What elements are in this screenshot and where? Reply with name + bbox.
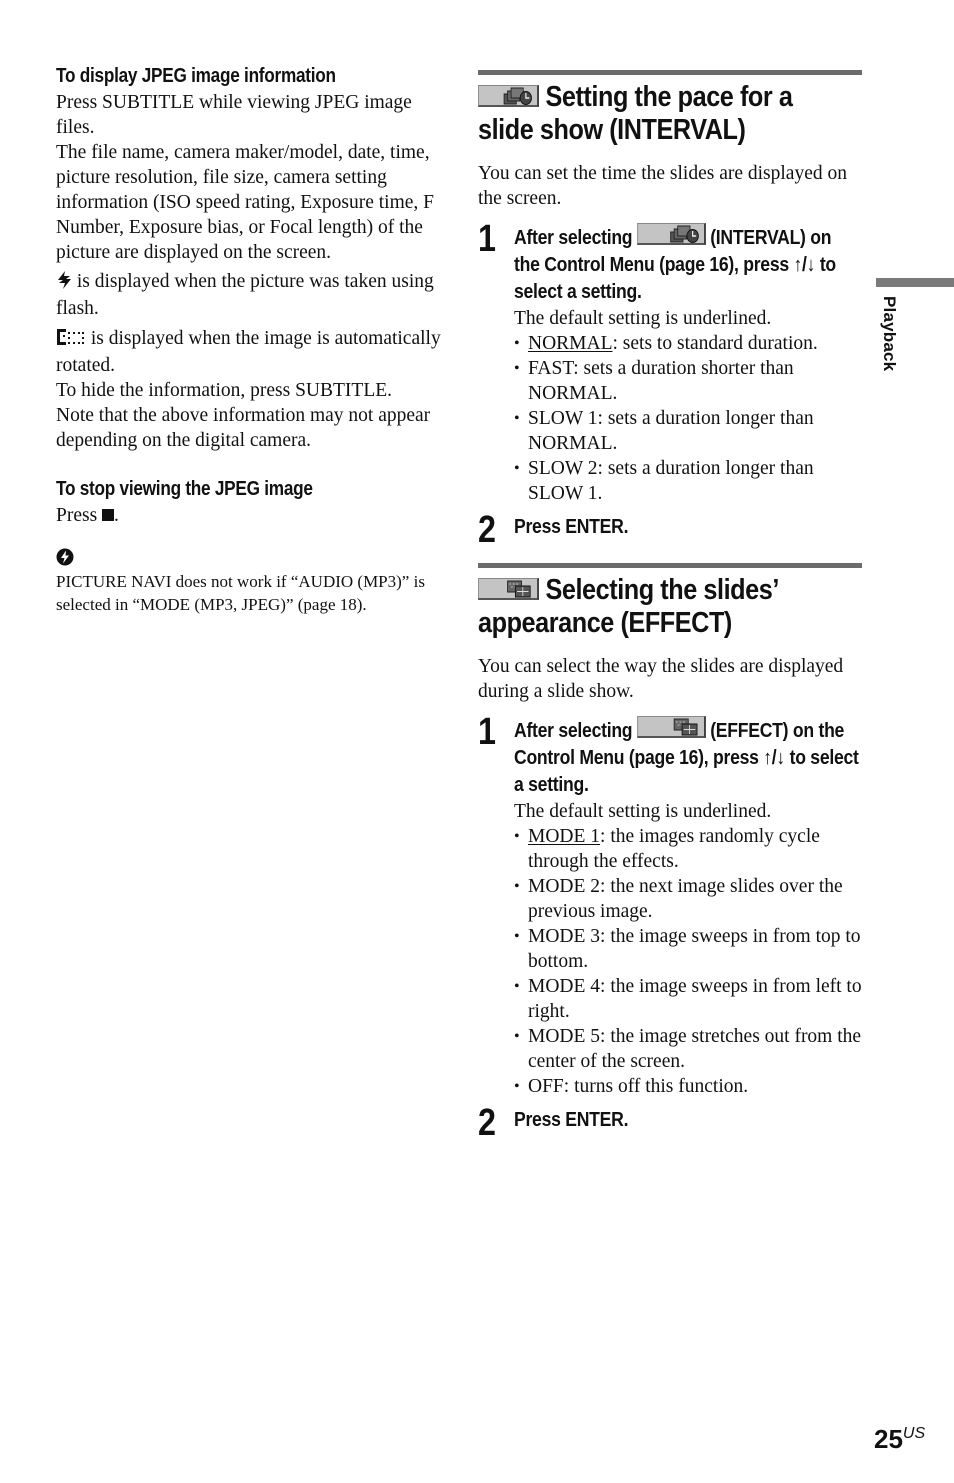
- right-column: Setting the pace for a slide show (INTER…: [478, 70, 862, 1143]
- left-column: To display JPEG image information Press …: [56, 62, 441, 616]
- tip-icon: [56, 548, 441, 570]
- jpeg-info-heading: To display JPEG image information: [56, 65, 336, 87]
- stop-button-icon: [102, 509, 115, 521]
- flash-icon: [56, 271, 72, 296]
- flash-note: is displayed when the picture was taken …: [56, 269, 441, 321]
- option-mode-4: MODE 4: the image sweeps in from left to…: [514, 974, 862, 1024]
- jpeg-info-paragraph-1: Press SUBTITLE while viewing JPEG image …: [56, 92, 412, 138]
- option-mode-3: MODE 3: the image sweeps in from top to …: [514, 924, 862, 974]
- effect-title-line2: appearance (EFFECT): [478, 607, 732, 639]
- instruction-before: After selecting: [514, 227, 637, 249]
- flash-note-text: is displayed when the picture was taken …: [56, 271, 434, 319]
- option-fast: FAST: sets a duration shorter than NORMA…: [514, 356, 862, 406]
- option-desc: : turns off this function.: [563, 1076, 749, 1097]
- auto-rotate-icon: [56, 328, 86, 353]
- option-name: SLOW 2: [528, 458, 598, 479]
- tip-text: PICTURE NAVI does not work if “AUDIO (MP…: [56, 572, 425, 614]
- page-number: 25US: [874, 1424, 925, 1455]
- option-mode-1: MODE 1: the images randomly cycle throug…: [514, 824, 862, 874]
- option-name: MODE 3: [528, 926, 601, 947]
- option-name: MODE 1: [528, 826, 601, 847]
- interval-step-2-instruction: Press ENTER.: [514, 516, 629, 538]
- effect-step-1: 1 After selecting (EFFECT) on the Contro…: [478, 712, 862, 1099]
- option-mode-2: MODE 2: the next image slides over the p…: [514, 874, 862, 924]
- step-number: 1: [478, 218, 496, 260]
- side-tab-bar: [876, 278, 954, 287]
- option-name: SLOW 1: [528, 408, 598, 429]
- effect-options-list: MODE 1: the images randomly cycle throug…: [514, 824, 862, 1099]
- side-tab-label: Playback: [880, 296, 899, 372]
- option-name: OFF: [528, 1076, 564, 1097]
- rotate-note: is displayed when the image is automatic…: [56, 326, 441, 378]
- stop-text-before: Press: [56, 505, 103, 526]
- effect-menu-icon: [636, 716, 706, 738]
- option-mode-5: MODE 5: the image stretches out from the…: [514, 1024, 862, 1074]
- interval-options-list: NORMAL: sets to standard duration. FAST:…: [514, 331, 862, 506]
- interval-step-1-instruction: After selecting (INTERVAL) on the Contro…: [514, 223, 862, 306]
- hide-info-text: To hide the information, press SUBTITLE.: [56, 380, 393, 401]
- default-note: The default setting is underlined.: [514, 308, 772, 329]
- step-number: 1: [478, 711, 496, 753]
- interval-step-2: 2 Press ENTER.: [478, 510, 862, 550]
- stop-viewing-text: Press .: [56, 503, 441, 528]
- option-name: MODE 2: [528, 876, 601, 897]
- jpeg-info-paragraph-2: The file name, camera maker/model, date,…: [56, 142, 435, 263]
- interval-menu-icon: [478, 85, 539, 107]
- effect-step-1-instruction: After selecting (EFFECT) on the Control …: [514, 716, 862, 799]
- stop-viewing-heading: To stop viewing the JPEG image: [56, 478, 313, 500]
- interval-section-title: Setting the pace for a slide show (INTER…: [478, 81, 812, 147]
- section-rule: [478, 563, 862, 568]
- option-normal: NORMAL: sets to standard duration.: [514, 331, 862, 356]
- option-desc: : sets to standard duration.: [612, 333, 818, 354]
- interval-step-1: 1 After selecting (INTERVAL) on the Cont…: [478, 219, 862, 506]
- effect-intro: You can select the way the slides are di…: [478, 656, 844, 702]
- page-number-value: 25: [874, 1424, 903, 1454]
- effect-step-2-instruction: Press ENTER.: [514, 1109, 629, 1131]
- interval-title-line2: slide show (INTERVAL): [478, 114, 746, 146]
- option-off: OFF: turns off this function.: [514, 1074, 862, 1099]
- default-note: The default setting is underlined.: [514, 801, 772, 822]
- section-rule: [478, 70, 862, 75]
- option-name: MODE 4: [528, 976, 601, 997]
- option-name: FAST: [528, 358, 574, 379]
- effect-menu-icon: [478, 578, 539, 600]
- option-name: MODE 5: [528, 1026, 601, 1047]
- region-suffix: US: [902, 1425, 926, 1442]
- option-slow-1: SLOW 1: sets a duration longer than NORM…: [514, 406, 862, 456]
- option-slow-2: SLOW 2: sets a duration longer than SLOW…: [514, 456, 862, 506]
- option-name: NORMAL: [528, 333, 613, 354]
- instruction-before: After selecting: [514, 720, 637, 742]
- rotate-note-text: is displayed when the image is automatic…: [56, 328, 441, 376]
- effect-section-title: Selecting the slides’ appearance (EFFECT…: [478, 574, 812, 640]
- effect-step-2: 2 Press ENTER.: [478, 1103, 862, 1143]
- interval-menu-icon: [636, 223, 706, 245]
- stop-text-after: .: [114, 505, 119, 526]
- camera-note-text: Note that the above information may not …: [56, 405, 431, 451]
- effect-title-line1: Selecting the slides’: [545, 574, 779, 606]
- step-number: 2: [478, 1102, 496, 1144]
- step-number: 2: [478, 509, 496, 551]
- interval-intro: You can set the time the slides are disp…: [478, 163, 847, 209]
- interval-title-line1: Setting the pace for a: [545, 81, 793, 113]
